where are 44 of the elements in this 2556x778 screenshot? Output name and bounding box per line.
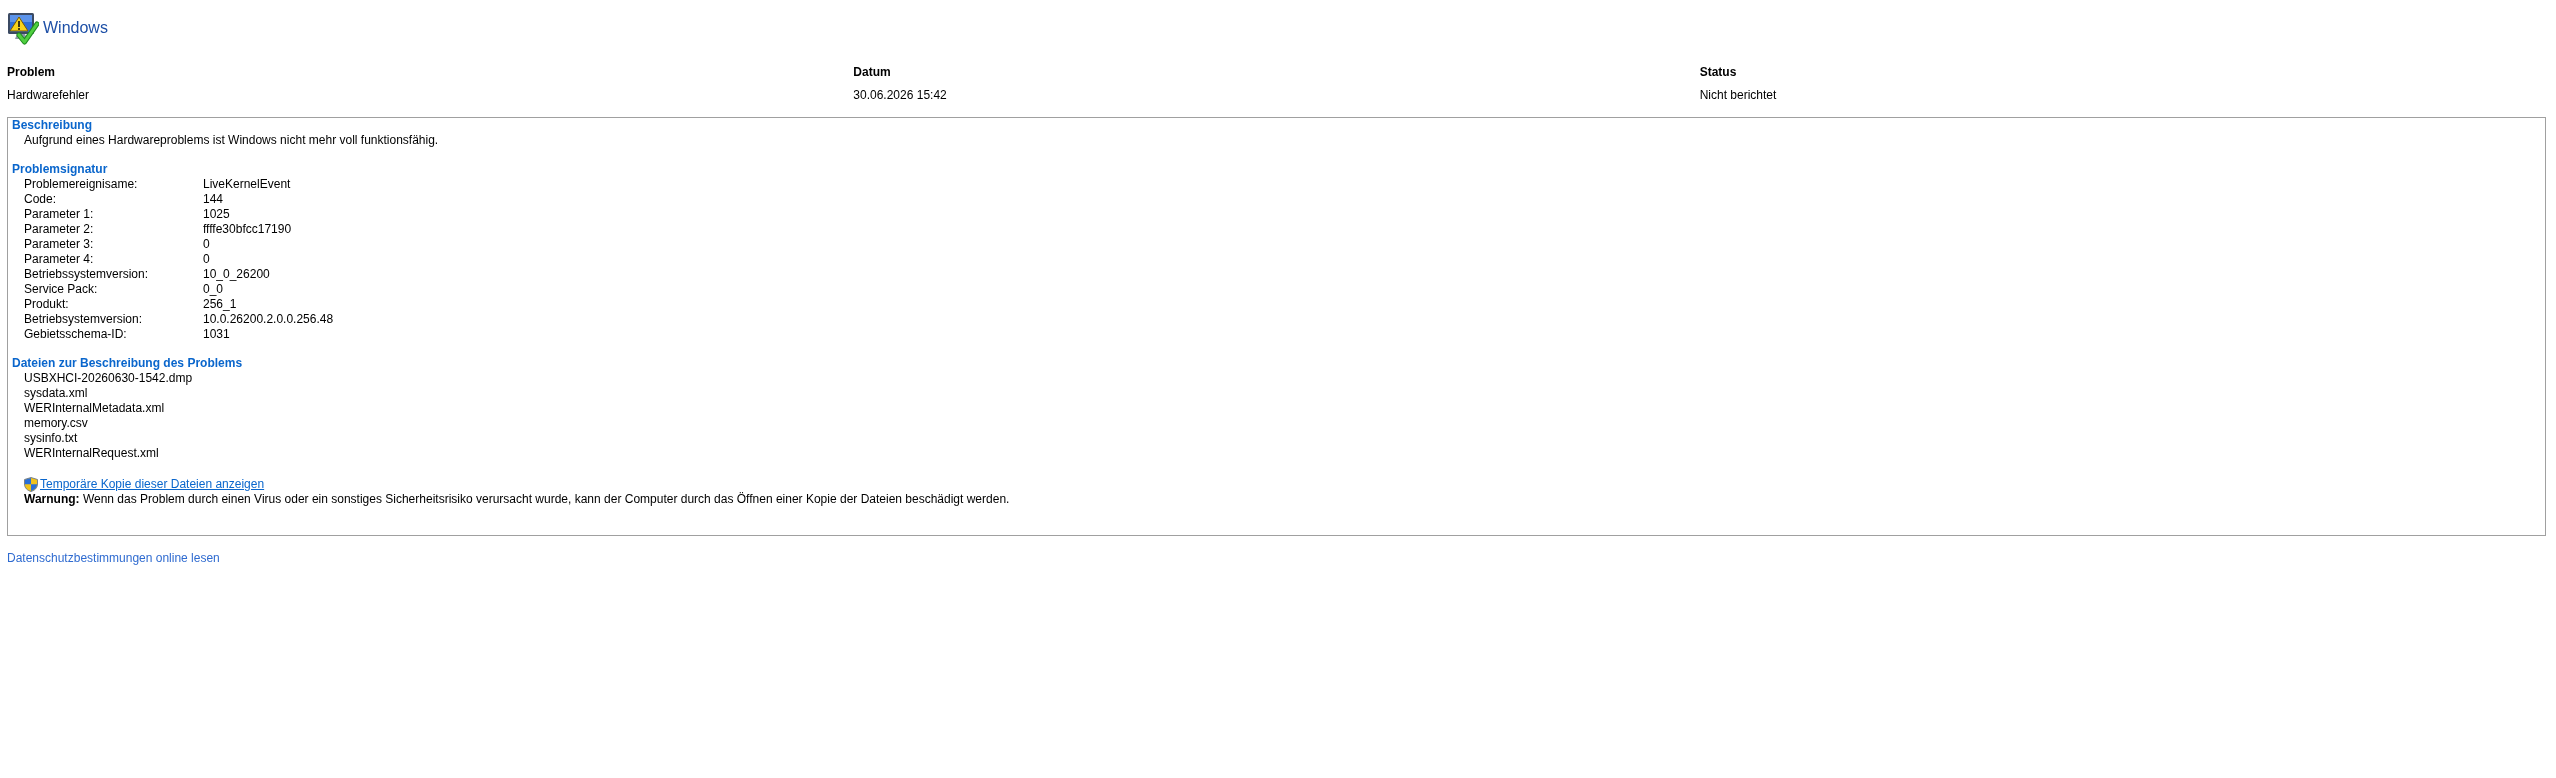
field-value: 0_0 xyxy=(203,282,224,297)
field-label: Code: xyxy=(24,192,57,207)
temp-copy-link[interactable]: Temporäre Kopie dieser Dateien anzeigen xyxy=(24,477,265,492)
column-value: 30.06.2026 15:42 xyxy=(853,88,947,103)
field-value: 256_1 xyxy=(203,297,237,312)
field-label: Parameter 1: xyxy=(24,207,94,222)
field-value: 0 xyxy=(203,237,210,252)
column-value: Hardwarefehler xyxy=(7,88,90,103)
file-name: sysdata.xml xyxy=(24,386,88,401)
section-heading: Beschreibung xyxy=(12,118,92,133)
file-name: USBXHCI-20260630-1542.dmp xyxy=(24,371,193,386)
file-name: WERInternalMetadata.xml xyxy=(24,401,165,416)
privacy-link[interactable]: Datenschutzbestimmungen online lesen xyxy=(7,551,220,566)
field-value: 0 xyxy=(203,252,210,267)
field-label: Betriebssystemversion: xyxy=(24,267,149,282)
field-value: 10.0.26200.2.0.0.256.48 xyxy=(203,312,334,327)
field-label: Betriebsystemversion: xyxy=(24,312,143,327)
field-value: 1031 xyxy=(203,327,230,342)
file-name: WERInternalRequest.xml xyxy=(24,446,159,461)
field-label: Produkt: xyxy=(24,297,69,312)
field-label: Parameter 4: xyxy=(24,252,94,267)
app-title: Windows xyxy=(43,18,108,38)
field-value: 10_0_26200 xyxy=(203,267,270,282)
monitor-warning-icon xyxy=(7,11,39,45)
file-name: sysinfo.txt xyxy=(24,431,78,446)
field-value: LiveKernelEvent xyxy=(203,177,291,192)
column-heading: Datum xyxy=(853,65,891,80)
column-heading: Problem xyxy=(7,65,55,80)
field-label: Parameter 2: xyxy=(24,222,94,237)
section-heading: Dateien zur Beschreibung des Problems xyxy=(12,356,243,371)
field-label: Gebietsschema-ID: xyxy=(24,327,127,342)
field-value: 1025 xyxy=(203,207,230,222)
section-heading: Problemsignatur xyxy=(12,162,108,177)
field-label: Service Pack: xyxy=(24,282,98,297)
field-value: 144 xyxy=(203,192,224,207)
column-value: Nicht berichtet xyxy=(1699,88,1777,103)
file-name: memory.csv xyxy=(24,416,88,431)
field-label: Problemereignisame: xyxy=(24,177,138,192)
field-label: Parameter 3: xyxy=(24,237,94,252)
column-heading: Status xyxy=(1699,65,1737,80)
field-value: ffffe30bfcc17190 xyxy=(203,222,292,237)
description-text: Aufgrund eines Hardwareproblems ist Windows nicht mehr voll funktionsfähig. xyxy=(24,133,439,148)
shield-icon xyxy=(24,477,38,492)
warning-text: Warnung: Wenn das Problem durch einen Virus oder ein sonstiges Sicherheitsrisiko verursacht wurde, kann der Computer durch das Öffnen einer Kopie der Dateien beschädigt werden. xyxy=(24,492,1010,507)
